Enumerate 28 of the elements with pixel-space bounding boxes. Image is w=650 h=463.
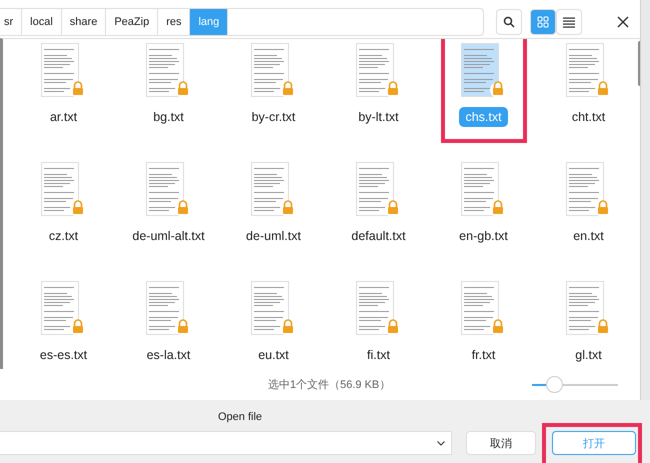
selection-status: 选中1个文件（56.9 KB） [268,378,390,392]
file-name[interactable]: es-es.txt [34,345,94,365]
file-name[interactable]: ar.txt [44,107,84,127]
file-name[interactable]: en.txt [567,226,610,246]
file-name[interactable]: es-la.txt [140,345,196,365]
list-icon [563,16,575,28]
close-button[interactable] [616,15,630,29]
search-button[interactable] [496,9,522,35]
file-name[interactable]: gl.txt [569,345,608,365]
file-name[interactable]: de-uml.txt [240,226,307,246]
caret-icon [437,440,445,446]
cancel-button[interactable]: 取消 [466,431,536,455]
file-name[interactable]: fi.txt [361,345,396,365]
file-name[interactable]: default.txt [345,226,412,246]
file-name[interactable]: bg.txt [147,107,190,127]
file-name[interactable]: cht.txt [566,107,612,127]
list-view-button[interactable] [556,9,582,35]
search-icon [503,16,515,28]
dialog-title: Open file [218,411,262,423]
file-name[interactable]: by-cr.txt [246,107,302,127]
file-name[interactable]: de-uml-alt.txt [126,226,211,246]
file-name[interactable]: eu.txt [252,345,295,365]
slider-thumb[interactable] [546,376,562,393]
file-name[interactable]: en-gb.txt [453,226,514,246]
file-name[interactable]: cz.txt [42,226,84,246]
file-name[interactable]: by-lt.txt [352,107,405,127]
file-name[interactable]: fr.txt [466,345,502,365]
grid-icon [537,16,549,28]
